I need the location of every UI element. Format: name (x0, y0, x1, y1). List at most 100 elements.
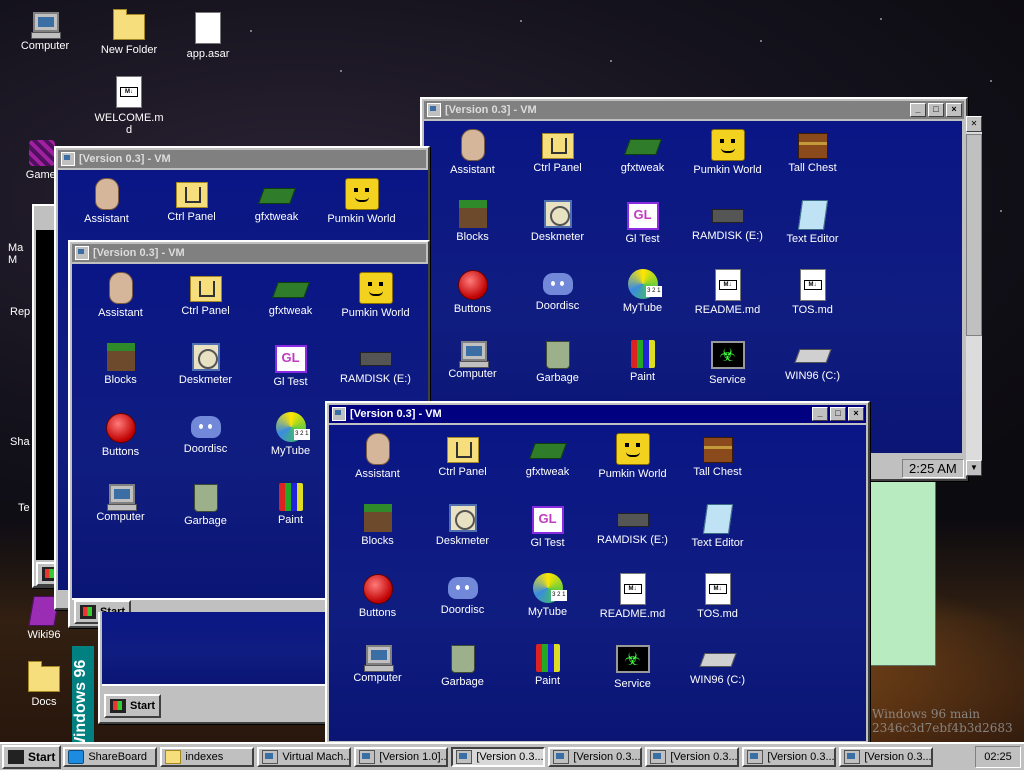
taskbar-item[interactable]: [Version 0.3... (742, 747, 837, 767)
minimize-button[interactable]: _ (812, 407, 828, 421)
assistant-icon (108, 272, 133, 304)
vm-icon-gfxtweak[interactable]: gfxtweak (234, 176, 319, 246)
vm-icon-pumpkin[interactable]: Pumkin World (333, 270, 418, 340)
vm-icon-gfxtweak[interactable]: gfxtweak (600, 127, 685, 197)
desktop-icon-app-asar[interactable]: app.asar (172, 10, 244, 60)
vm-icon-ramdisk[interactable]: RAMDISK (E:) (685, 197, 770, 267)
vm-icon-ctrl-panel[interactable]: Ctrl Panel (420, 431, 505, 501)
taskbar-item[interactable]: [Version 0.3... (839, 747, 934, 767)
vm-icon-buttons[interactable]: Buttons (430, 267, 515, 337)
vm-icon-pumpkin[interactable]: Pumkin World (319, 176, 404, 246)
vm-icon-computer[interactable]: Computer (430, 337, 515, 407)
maximize-button[interactable]: □ (928, 103, 944, 117)
vm-icon-drive[interactable]: WIN96 (C:) (770, 337, 855, 407)
vm-icon-pumpkin[interactable]: Pumkin World (590, 431, 675, 501)
vm-icon-buttons[interactable]: Buttons (335, 571, 420, 641)
vm-icon-ctrl-panel[interactable]: Ctrl Panel (163, 270, 248, 340)
taskbar-item[interactable]: [Version 1.0]... (354, 747, 449, 767)
vm-icon-gltest[interactable]: GL Gl Test (600, 197, 685, 267)
vm-icon-doordisc[interactable]: Doordisc (163, 410, 248, 480)
vm-icon-chest[interactable]: Tall Chest (770, 127, 855, 197)
scroll-down-button[interactable]: ▼ (966, 460, 982, 476)
taskbar-item[interactable]: indexes (160, 747, 255, 767)
vm-icon-deskmeter[interactable]: Deskmeter (163, 340, 248, 410)
vm-icon-chest[interactable]: Tall Chest (675, 431, 760, 501)
vm-icon-markdown-file[interactable]: M↓ README.md (590, 571, 675, 641)
vm-icon-doordisc[interactable]: Doordisc (420, 571, 505, 641)
vm-icon-label: Buttons (101, 446, 140, 458)
taskbar-item[interactable]: ShareBoard (63, 747, 158, 767)
titlebar[interactable]: [Version 0.3] - VM (58, 150, 426, 168)
titlebar[interactable]: [Version 0.3] - VM _ □ × (329, 405, 866, 423)
vm-icon-garbage[interactable]: Garbage (163, 480, 248, 550)
vm-icon-label: Gl Test (625, 233, 660, 245)
titlebar[interactable]: [Version 0.3] - VM _ □ × (424, 101, 964, 119)
vm-icon-paint[interactable]: Paint (600, 337, 685, 407)
vm-icon-markdown-file[interactable]: M↓ TOS.md (675, 571, 760, 641)
vm-icon-deskmeter[interactable]: Deskmeter (420, 501, 505, 571)
desktop-icon-docs[interactable]: Docs (8, 660, 80, 708)
vm-icon-mytube[interactable]: MyTube (505, 571, 590, 641)
vm-icon-computer[interactable]: Computer (78, 480, 163, 550)
vm-icon-ctrl-panel[interactable]: Ctrl Panel (149, 176, 234, 246)
vm-icon-markdown-file[interactable]: M↓ TOS.md (770, 267, 855, 337)
computer-icon (456, 750, 473, 764)
titlebar[interactable]: [Version 0.3] - VM (72, 244, 426, 262)
vm-icon-gltest[interactable]: GL Gl Test (248, 340, 333, 410)
taskbar-item[interactable]: [Version 0.3... (548, 747, 643, 767)
vm-icon-paint[interactable]: Paint (505, 641, 590, 711)
scroll-thumb[interactable] (966, 134, 982, 336)
vm-icon-garbage[interactable]: Garbage (515, 337, 600, 407)
close-button[interactable]: × (848, 407, 864, 421)
vm-icon-ramdisk[interactable]: RAMDISK (E:) (333, 340, 418, 410)
start-button[interactable]: Start (2, 745, 62, 769)
maximize-button[interactable]: □ (830, 407, 846, 421)
vm-icon-gfxtweak[interactable]: gfxtweak (248, 270, 333, 340)
vm-icon-mytube[interactable]: MyTube (600, 267, 685, 337)
vm-icon-deskmeter[interactable]: Deskmeter (515, 197, 600, 267)
desktop-icon-welcome[interactable]: M↓ WELCOME.md (93, 74, 165, 136)
vm-icon-assistant[interactable]: Assistant (430, 127, 515, 197)
system-tray-clock[interactable]: 02:25 (975, 746, 1021, 768)
vm-icon-assistant[interactable]: Assistant (64, 176, 149, 246)
vm-icon-computer[interactable]: Computer (335, 641, 420, 711)
vm-icon-gltest[interactable]: GL Gl Test (505, 501, 590, 571)
vertical-scrollbar[interactable]: ✕ ▼ (966, 116, 982, 476)
vm-icon-markdown-file[interactable]: M↓ README.md (685, 267, 770, 337)
vm-start-button[interactable]: Start (104, 694, 162, 718)
scroll-up-button[interactable]: ✕ (966, 116, 982, 132)
vm-icon-assistant[interactable]: Assistant (335, 431, 420, 501)
computer-icon (747, 750, 764, 764)
taskbar-item[interactable]: Virtual Mach... (257, 747, 352, 767)
vm-icon-grid: Assistant Ctrl Panel gfxtweak Pumkin World T… (335, 431, 760, 711)
vm-icon-text-editor[interactable]: Text Editor (770, 197, 855, 267)
vm-icon-label: Ctrl Panel (438, 466, 487, 478)
vm-icon-blocks[interactable]: Blocks (430, 197, 515, 267)
game-icon (29, 140, 55, 166)
vm-icon-buttons[interactable]: Buttons (78, 410, 163, 480)
desktop-icon-new-folder[interactable]: New Folder (93, 8, 165, 56)
assistant-icon (460, 129, 485, 161)
vm-icon-doordisc[interactable]: Doordisc (515, 267, 600, 337)
vm-icon-drive[interactable]: WIN96 (C:) (675, 641, 760, 711)
vm-icon-blocks[interactable]: Blocks (78, 340, 163, 410)
vm-icon-garbage[interactable]: Garbage (420, 641, 505, 711)
vm-icon-service[interactable]: ☣ Service (590, 641, 675, 711)
vm-window-active[interactable]: [Version 0.3] - VM _ □ × Assistant Ctrl P… (325, 401, 870, 745)
vm-icon-pumpkin[interactable]: Pumkin World (685, 127, 770, 197)
vm-icon-ctrl-panel[interactable]: Ctrl Panel (515, 127, 600, 197)
vm-icon-gfxtweak[interactable]: gfxtweak (505, 431, 590, 501)
vm-icon-text-editor[interactable]: Text Editor (675, 501, 760, 571)
vm-icon-mytube[interactable]: MyTube (248, 410, 333, 480)
taskbar-item[interactable]: [Version 0.3... (645, 747, 740, 767)
vm-icon-ramdisk[interactable]: RAMDISK (E:) (590, 501, 675, 571)
vm-icon-blocks[interactable]: Blocks (335, 501, 420, 571)
minimize-button[interactable]: _ (910, 103, 926, 117)
taskbar-item[interactable]: [Version 0.3... (451, 747, 546, 767)
vm-icon-assistant[interactable]: Assistant (78, 270, 163, 340)
vm-icon-service[interactable]: ☣ Service (685, 337, 770, 407)
close-button[interactable]: × (946, 103, 962, 117)
desktop-icon-computer[interactable]: Computer (9, 8, 81, 52)
vm-icon-label: Blocks (104, 374, 137, 386)
vm-icon-paint[interactable]: Paint (248, 480, 333, 550)
